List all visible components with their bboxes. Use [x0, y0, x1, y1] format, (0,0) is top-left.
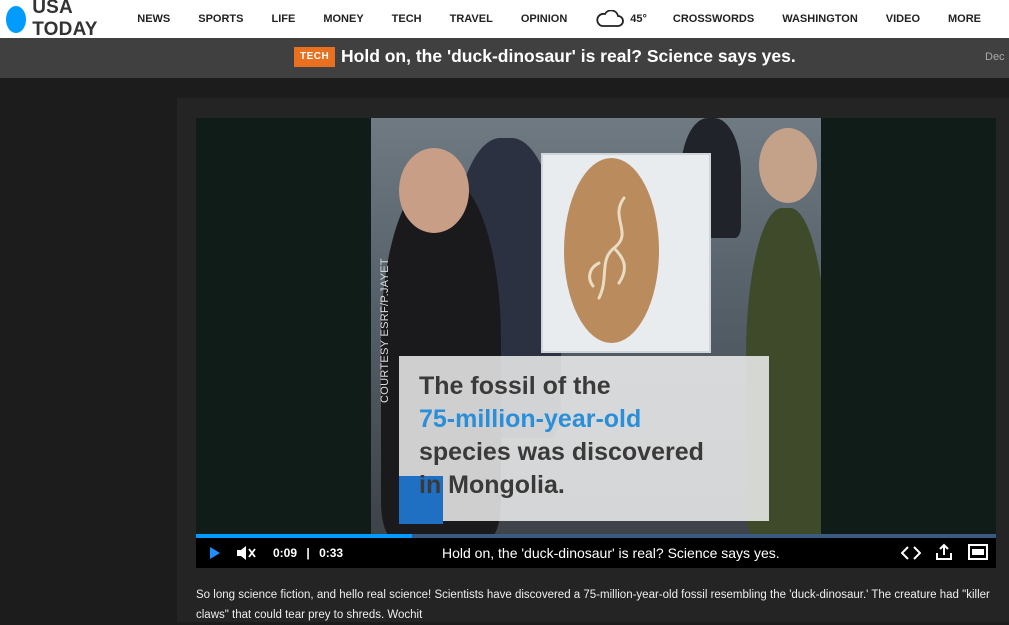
video-player[interactable]: The fossil of the 75-million-year-old sp…: [196, 118, 996, 568]
logo-text: USA TODAY: [32, 0, 98, 40]
logo-circle-icon: [6, 5, 27, 33]
site-logo[interactable]: USA TODAY: [6, 0, 115, 41]
person-head: [399, 148, 469, 233]
video-description: So long science fiction, and hello real …: [196, 589, 990, 621]
section-tag[interactable]: TECH: [294, 47, 336, 67]
caption-line: species was discovered: [419, 438, 704, 466]
caption-line: in Mongolia.: [419, 471, 565, 499]
caption-line: The fossil of the: [419, 372, 611, 400]
headline-date: Dec: [985, 51, 1005, 63]
weather-temp: 45°: [630, 13, 647, 25]
cloud-icon: [596, 10, 625, 27]
nav-item-life[interactable]: LIFE: [271, 13, 295, 25]
caption-line: 75-million-year-old: [419, 405, 642, 433]
play-icon[interactable]: [208, 546, 222, 560]
current-time: 0:09: [273, 546, 298, 560]
fossil-skeleton: [588, 196, 626, 300]
video-title: Hold on, the 'duck-dinosaur' is real? Sc…: [442, 545, 780, 561]
nav-item-video[interactable]: VIDEO: [886, 13, 920, 25]
nav-item-opinion[interactable]: OPINION: [521, 13, 567, 25]
nav-item-crosswords[interactable]: CROSSWORDS: [673, 13, 754, 25]
weather-widget[interactable]: 45°: [595, 10, 647, 28]
embed-code-icon[interactable]: [901, 545, 921, 561]
nav-item-more[interactable]: MORE: [948, 13, 981, 25]
video-frame: The fossil of the 75-million-year-old sp…: [371, 118, 821, 536]
nav-item-news[interactable]: NEWS: [137, 13, 170, 25]
top-nav: USA TODAY NEWS SPORTS LIFE MONEY TECH TR…: [0, 0, 1009, 41]
video-caption: The fossil of the 75-million-year-old sp…: [419, 370, 759, 502]
person-head: [759, 128, 817, 203]
nav-item-tech[interactable]: TECH: [392, 13, 422, 25]
share-icon[interactable]: [935, 543, 953, 561]
theater-mode-icon[interactable]: [968, 544, 988, 560]
nav-item-travel[interactable]: TRAVEL: [450, 13, 493, 25]
headline-bar: TECH Hold on, the 'duck-dinosaur' is rea…: [0, 38, 1009, 78]
volume-muted-icon[interactable]: [236, 545, 258, 561]
photo-credit: COURTESY ESRF/P.JAYET: [379, 258, 391, 403]
headline-title: Hold on, the 'duck-dinosaur' is real? Sc…: [341, 46, 796, 66]
nav-menu: NEWS SPORTS LIFE MONEY TECH TRAVEL OPINI…: [137, 10, 1009, 28]
video-time: 0:09 | 0:33: [273, 546, 343, 560]
video-controls: 0:09 | 0:33 Hold on, the 'duck-dinosaur'…: [196, 538, 996, 568]
nav-item-sports[interactable]: SPORTS: [198, 13, 243, 25]
time-separator: |: [306, 546, 310, 560]
nav-item-money[interactable]: MONEY: [323, 13, 363, 25]
nav-item-washington[interactable]: WASHINGTON: [782, 13, 858, 25]
duration: 0:33: [319, 546, 344, 560]
